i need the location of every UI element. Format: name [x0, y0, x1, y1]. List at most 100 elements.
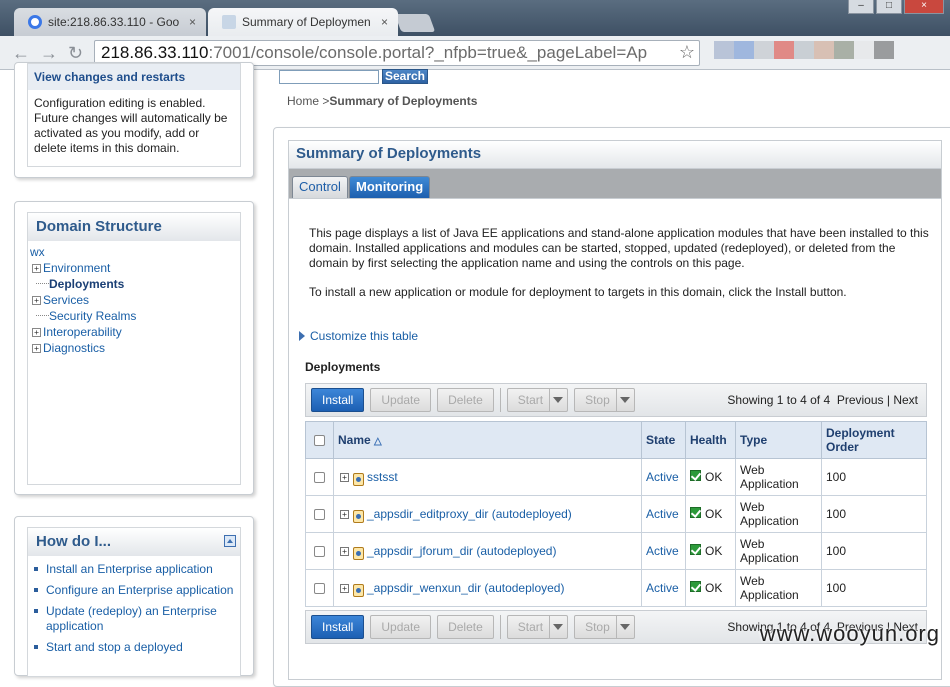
tree-item-security-realms[interactable]: Security Realms	[30, 308, 240, 324]
bookmark-star-icon[interactable]: ☆	[679, 42, 695, 63]
order-cell: 100	[821, 569, 927, 607]
stop-button[interactable]: Stop	[574, 388, 635, 412]
start-button[interactable]: Start	[506, 388, 569, 412]
tab-control[interactable]: Control	[292, 176, 348, 198]
tree-item-services[interactable]: + Services	[30, 292, 240, 308]
page-title: Summary of Deployments	[289, 141, 941, 169]
how-do-i-title: How do I...	[36, 533, 111, 550]
collapse-icon[interactable]	[224, 535, 236, 547]
extension-icon[interactable]	[814, 41, 834, 59]
column-header-type[interactable]: Type	[735, 421, 822, 459]
delete-button[interactable]: Delete	[437, 388, 494, 412]
reload-icon[interactable]: ↻	[68, 43, 83, 64]
tree-item-deployments[interactable]: Deployments	[30, 276, 240, 292]
new-tab-button[interactable]	[394, 14, 436, 32]
expand-plus-icon[interactable]: +	[340, 584, 349, 594]
how-do-i-link[interactable]: Configure an Enterprise application	[34, 583, 240, 598]
minimize-button[interactable]: –	[848, 0, 874, 14]
expand-plus-icon[interactable]: +	[32, 295, 41, 305]
column-header-health[interactable]: Health	[685, 421, 736, 459]
tree-item-diagnostics[interactable]: + Diagnostics	[30, 340, 240, 356]
tree-item-label: Deployments	[49, 277, 125, 291]
dropdown-arrow-icon[interactable]	[549, 389, 567, 411]
extension-icon[interactable]	[774, 41, 794, 59]
tab-monitoring[interactable]: Monitoring	[349, 176, 431, 198]
how-do-i-link[interactable]: Start and stop a deployed	[34, 640, 240, 655]
stop-button[interactable]: Stop	[574, 615, 635, 639]
watermark-text: www.wooyun.org	[759, 621, 940, 646]
how-do-i-link[interactable]: Update (redeploy) an Enterprise applicat…	[34, 604, 240, 634]
search-button[interactable]: Search	[382, 69, 428, 84]
close-window-button[interactable]: ×	[904, 0, 944, 14]
install-button[interactable]: Install	[311, 388, 365, 412]
extension-icon[interactable]	[754, 41, 774, 59]
change-center-text: Configuration editing is enabled. Future…	[34, 96, 228, 155]
dropdown-arrow-icon[interactable]	[549, 616, 567, 638]
column-header-state[interactable]: State	[641, 421, 686, 459]
row-checkbox[interactable]	[314, 508, 325, 520]
state-link[interactable]: Active	[646, 470, 679, 484]
tab-close-icon[interactable]: ×	[381, 15, 388, 29]
browser-tab-deployments[interactable]: Summary of Deploymen ×	[208, 8, 398, 36]
expand-plus-icon[interactable]: +	[32, 263, 41, 273]
dropdown-arrow-icon[interactable]	[615, 389, 634, 411]
health-cell: OK	[685, 495, 736, 533]
health-ok-icon	[690, 544, 701, 556]
extension-icon[interactable]	[714, 41, 734, 59]
state-link[interactable]: Active	[646, 507, 679, 521]
customize-table-link[interactable]: Customize this table	[299, 329, 418, 343]
domain-structure-panel: Domain Structure wx + Environment Deploym…	[14, 201, 254, 495]
health-cell: OK	[685, 458, 736, 496]
state-link[interactable]: Active	[646, 544, 679, 558]
deployments-table: Name △ State Health Type Deployment Orde…	[305, 421, 927, 607]
sort-ascending-icon[interactable]: △	[374, 436, 382, 447]
expand-plus-icon[interactable]: +	[340, 547, 349, 557]
expand-plus-icon[interactable]: +	[340, 473, 349, 483]
tree-item-interoperability[interactable]: + Interoperability	[30, 324, 240, 340]
deployment-name-link[interactable]: _appsdir_wenxun_dir (autodeployed)	[367, 581, 564, 595]
row-checkbox[interactable]	[314, 545, 325, 557]
delete-button[interactable]: Delete	[437, 615, 494, 639]
expand-plus-icon[interactable]: +	[32, 327, 41, 337]
pager-next[interactable]: Next	[893, 393, 918, 407]
extension-icon[interactable]	[834, 41, 854, 59]
maximize-button[interactable]: □	[876, 0, 902, 14]
expand-plus-icon[interactable]: +	[340, 510, 349, 520]
dropdown-arrow-icon[interactable]	[615, 616, 634, 638]
expand-plus-icon[interactable]: +	[32, 343, 41, 353]
table-toolbar-top: Install Update Delete Start Stop Showing…	[305, 383, 927, 417]
search-input[interactable]	[279, 70, 379, 84]
column-header-name[interactable]: Name △	[333, 421, 642, 459]
tab-close-icon[interactable]: ×	[189, 15, 196, 29]
extension-icon[interactable]	[854, 41, 874, 59]
breadcrumb-home[interactable]: Home	[287, 94, 319, 108]
tree-item-label: Interoperability	[43, 325, 122, 339]
tree-item-environment[interactable]: + Environment	[30, 260, 240, 276]
extension-icon[interactable]	[734, 41, 754, 59]
row-checkbox[interactable]	[314, 471, 325, 483]
select-all-checkbox[interactable]	[314, 434, 325, 446]
back-arrow-icon[interactable]: ←	[12, 43, 30, 64]
pager-previous[interactable]: Previous	[837, 393, 884, 407]
extension-icon[interactable]	[794, 41, 814, 59]
browser-tab-google[interactable]: site:218.86.33.110 - Goo ×	[14, 8, 206, 36]
deployment-name-link[interactable]: _appsdir_jforum_dir (autodeployed)	[367, 544, 556, 558]
health-label: OK	[705, 581, 723, 595]
forward-arrow-icon[interactable]: →	[40, 43, 58, 64]
extension-icon[interactable]	[874, 41, 894, 59]
page-tabs: Control Monitoring	[289, 169, 941, 199]
column-header-deployment-order[interactable]: Deployment Order	[821, 421, 927, 459]
how-do-i-link[interactable]: Install an Enterprise application	[34, 562, 240, 577]
install-button[interactable]: Install	[311, 615, 365, 639]
deployment-name-link[interactable]: _appsdir_editproxy_dir (autodeployed)	[367, 507, 572, 521]
update-button[interactable]: Update	[370, 615, 432, 639]
row-select-cell	[305, 569, 334, 607]
state-link[interactable]: Active	[646, 581, 679, 595]
update-button[interactable]: Update	[370, 388, 432, 412]
deployment-name-link[interactable]: sstsst	[367, 470, 398, 484]
window-controls: – □ ×	[848, 0, 944, 14]
start-button[interactable]: Start	[506, 615, 569, 639]
row-checkbox[interactable]	[314, 582, 325, 594]
view-changes-link[interactable]: View changes and restarts	[28, 64, 240, 90]
tree-root-wx[interactable]: wx	[30, 244, 240, 260]
